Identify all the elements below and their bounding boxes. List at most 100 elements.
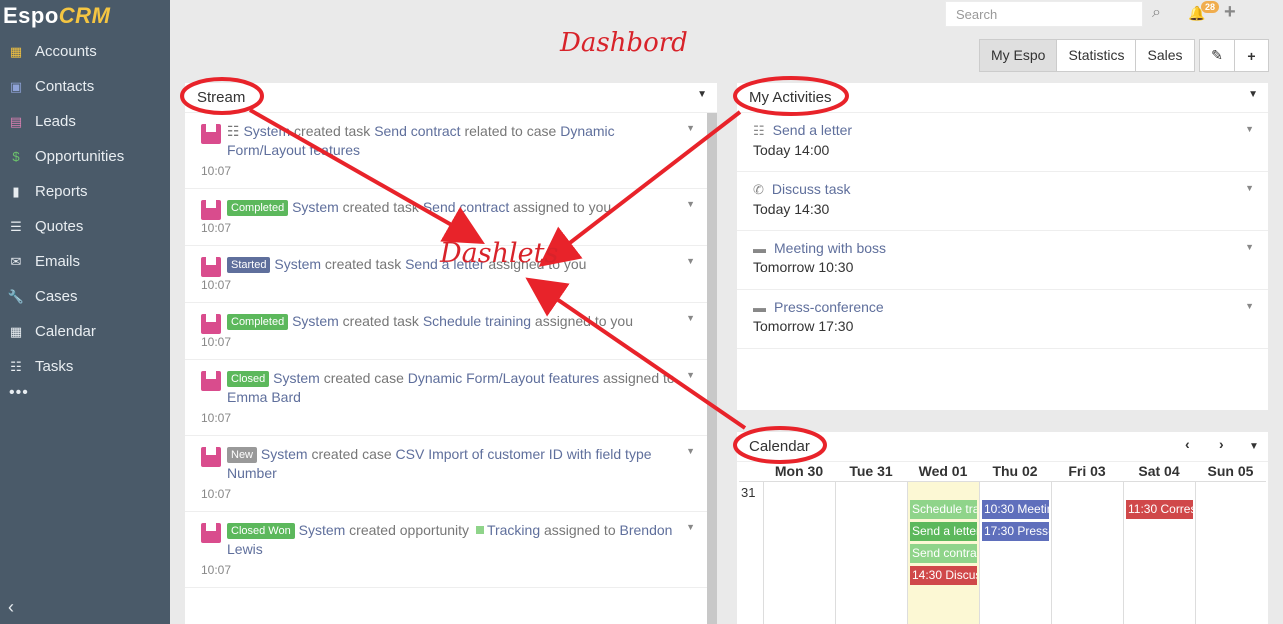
user-avatar[interactable] [201, 314, 221, 334]
calendar-event[interactable]: Schedule training [910, 500, 977, 519]
stream-item-text: ☷ System created task Send contract rela… [201, 122, 687, 160]
user-avatar[interactable] [201, 371, 221, 391]
stream-text: created task [321, 256, 406, 272]
calendar-dashlet: Calendar ‹ › ▼ Mon 30 Tue 31 Wed 01 Thu 02 F… [737, 432, 1268, 624]
stream-item: ▼ Completed System created task Schedule … [185, 303, 717, 360]
day-cell[interactable] [835, 482, 907, 624]
timestamp: 10:07 [201, 164, 232, 178]
edit-pencil-icon[interactable]: ✎ [1200, 40, 1234, 71]
item-menu-caret-icon[interactable]: ▼ [1245, 242, 1254, 252]
search-input[interactable]: Search [945, 1, 1143, 27]
add-dashlet-plus-icon[interactable]: + [1234, 40, 1268, 71]
record-link[interactable]: Send contract [423, 199, 509, 215]
user-avatar[interactable] [201, 124, 221, 144]
user-link[interactable]: System [292, 199, 339, 215]
building-icon: ▦ [9, 43, 23, 59]
prev-week-icon[interactable]: ‹ [1185, 436, 1190, 452]
day-cell[interactable]: Schedule training Send a letter Send contr… [907, 482, 979, 624]
tab-statistics[interactable]: Statistics [1056, 40, 1135, 71]
item-menu-caret-icon[interactable]: ▼ [686, 522, 695, 532]
dashlet-menu-caret-icon[interactable]: ▼ [1248, 89, 1258, 100]
item-menu-caret-icon[interactable]: ▼ [686, 446, 695, 456]
day-header: Thu 02 [992, 463, 1038, 479]
week-number: 31 [741, 485, 756, 500]
user-link[interactable]: System [292, 313, 339, 329]
calendar-event[interactable]: Send a letter [910, 522, 977, 541]
day-header: Fri 03 [1068, 463, 1106, 479]
sidebar-item-opportunities[interactable]: $ Opportunities [0, 139, 170, 174]
sidebar-item-contacts[interactable]: ▣ Contacts [0, 69, 170, 104]
record-link[interactable]: Schedule training [423, 313, 531, 329]
item-menu-caret-icon[interactable]: ▼ [1245, 301, 1254, 311]
dashlet-menu-caret-icon[interactable]: ▼ [697, 89, 707, 100]
day-cell[interactable]: 10:30 Meeting with boss 17:30 Press-confe… [979, 482, 1051, 624]
stream-item: ▼ Closed Won System created opportunity T… [185, 512, 717, 588]
calendar-event[interactable]: 11:30 Correspondence [1126, 500, 1193, 519]
user-link[interactable]: System [261, 446, 308, 462]
activity-name[interactable]: Meeting with boss [774, 240, 886, 256]
item-menu-caret-icon[interactable]: ▼ [686, 370, 695, 380]
stream-title: Stream [197, 89, 246, 106]
stream-text: created task [290, 123, 375, 139]
tab-sales[interactable]: Sales [1135, 40, 1193, 71]
tab-my-espo[interactable]: My Espo [980, 40, 1057, 71]
timestamp: 10:07 [201, 278, 232, 292]
timestamp: 10:07 [201, 221, 232, 235]
day-cell[interactable]: 11:30 Correspondence [1123, 482, 1195, 624]
day-cell[interactable] [1051, 482, 1123, 624]
activity-title[interactable]: ▬ Press-conference [753, 299, 1252, 315]
item-menu-caret-icon[interactable]: ▼ [686, 256, 695, 266]
quick-create-plus-icon[interactable]: + [1224, 1, 1236, 24]
related-link[interactable]: Emma Bard [227, 389, 301, 405]
user-link[interactable]: System [299, 522, 346, 538]
sidebar-item-leads[interactable]: ▤ Leads [0, 104, 170, 139]
briefcase-icon: ▬ [753, 300, 766, 315]
record-link[interactable]: Dynamic Form/Layout features [408, 370, 599, 386]
dashlet-menu-caret-icon[interactable]: ▼ [1249, 441, 1259, 452]
sidebar-item-quotes[interactable]: ☰ Quotes [0, 209, 170, 244]
user-link[interactable]: System [273, 370, 320, 386]
activity-title[interactable]: ✆ Discuss task [753, 181, 1252, 198]
activity-name[interactable]: Press-conference [774, 299, 884, 315]
calendar-event[interactable]: 10:30 Meeting with boss [982, 500, 1049, 519]
user-avatar[interactable] [201, 523, 221, 543]
search-icon[interactable]: ⌕ [1152, 4, 1161, 22]
sidebar-item-accounts[interactable]: ▦ Accounts [0, 34, 170, 69]
user-link[interactable]: System [274, 256, 321, 272]
sidebar-item-emails[interactable]: ✉ Emails [0, 244, 170, 279]
sidebar-item-reports[interactable]: ▮ Reports [0, 174, 170, 209]
record-link[interactable]: Tracking [487, 522, 540, 538]
sidebar-item-cases[interactable]: 🔧 Cases [0, 279, 170, 314]
user-avatar[interactable] [201, 200, 221, 220]
more-menu-button[interactable]: ••• [0, 384, 170, 410]
activity-name[interactable]: Discuss task [772, 181, 851, 197]
user-avatar[interactable] [201, 447, 221, 467]
collapse-sidebar-icon[interactable]: ‹ [8, 597, 14, 618]
item-menu-caret-icon[interactable]: ▼ [686, 313, 695, 323]
day-cell[interactable] [1195, 482, 1266, 624]
phone-icon: ✆ [753, 182, 764, 197]
activity-name[interactable]: Send a letter [773, 122, 852, 138]
user-link[interactable]: System [243, 123, 290, 139]
espocrm-logo[interactable]: EspoCRM [0, 0, 170, 34]
item-menu-caret-icon[interactable]: ▼ [1245, 183, 1254, 193]
day-cell[interactable] [763, 482, 835, 624]
item-menu-caret-icon[interactable]: ▼ [1245, 124, 1254, 134]
dashboard-tools: ✎ + [1199, 39, 1269, 72]
record-link[interactable]: Send contract [374, 123, 460, 139]
sidebar-item-calendar[interactable]: ▦ Calendar [0, 314, 170, 349]
next-week-icon[interactable]: › [1219, 436, 1224, 452]
activity-title[interactable]: ▬ Meeting with boss [753, 240, 1252, 256]
sidebar-item-tasks[interactable]: ☷ Tasks [0, 349, 170, 384]
calendar-event[interactable]: 14:30 Discuss task [910, 566, 977, 585]
calendar-event[interactable]: Send contract [910, 544, 977, 563]
stream-scrollbar[interactable] [707, 113, 717, 624]
day-header: Sat 04 [1138, 463, 1180, 479]
item-menu-caret-icon[interactable]: ▼ [686, 199, 695, 209]
activity-title[interactable]: ☷ Send a letter [753, 122, 1252, 139]
user-avatar[interactable] [201, 257, 221, 277]
item-menu-caret-icon[interactable]: ▼ [686, 123, 695, 133]
stream-item-text: New System created case CSV Import of cu… [201, 445, 687, 483]
dashlets-annotation: Dashlets [440, 238, 559, 269]
calendar-event[interactable]: 17:30 Press-conference [982, 522, 1049, 541]
